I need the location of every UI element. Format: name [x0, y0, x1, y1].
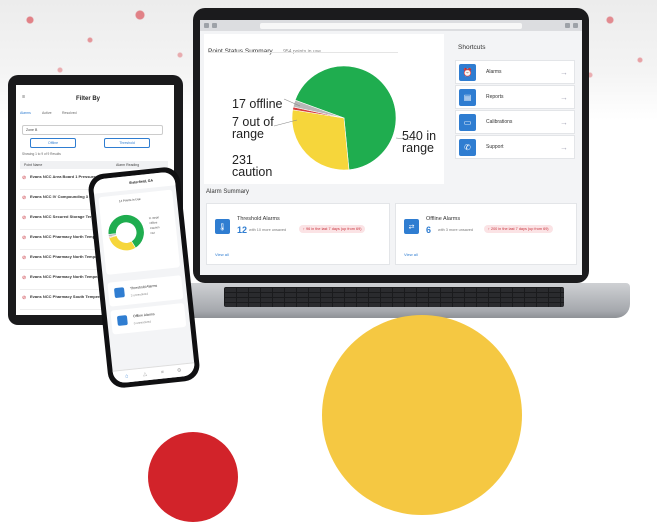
- alarm-count: 6: [426, 225, 432, 235]
- shortcut-support[interactable]: ✆ Support →: [455, 135, 575, 159]
- alarm-status-icon: ⊘: [22, 255, 27, 261]
- phone-location: Sisterfield, GA: [128, 178, 154, 186]
- decorative-yellow-circle: [322, 315, 522, 515]
- phone-legend: In range Offline Caution Out: [149, 215, 161, 236]
- arrow-right-icon: →: [560, 67, 568, 77]
- alarm-status-icon: ⊘: [22, 175, 27, 181]
- url-bar[interactable]: [260, 22, 522, 29]
- tab-resolved[interactable]: Resolved: [62, 111, 77, 115]
- shortcut-alarms[interactable]: ⏰ Alarms →: [455, 60, 575, 84]
- arrow-right-icon: →: [560, 92, 568, 102]
- alarm-summary-title: Alarm Summary: [206, 189, 250, 195]
- card-count: 3 unresolved: [130, 291, 149, 298]
- share-icon[interactable]: [565, 23, 570, 28]
- shortcut-reports[interactable]: ▤ Reports →: [455, 85, 575, 109]
- menu-icon[interactable]: ☰: [22, 95, 25, 99]
- phone-icon: ✆: [459, 138, 476, 156]
- arrow-right-icon: →: [560, 117, 568, 127]
- disconnected-icon: [116, 315, 128, 326]
- phone-bezel: Sisterfield, GA 14 Points in Use In rang…: [87, 165, 201, 390]
- thermometer-icon: [113, 287, 125, 299]
- alarm-unsaved: with 10 more unsaved: [249, 228, 287, 232]
- alarm-unsaved: with 3 more unsaved: [438, 228, 474, 232]
- card-title: Threshold Alarms: [237, 216, 280, 222]
- card-title: Offline Alarms: [426, 216, 461, 222]
- view-all-link[interactable]: View all: [215, 252, 229, 257]
- laptop-keyboard: [224, 287, 564, 307]
- legend-out: Out: [150, 230, 156, 236]
- thermometer-icon: 🌡: [215, 219, 230, 234]
- phone-offline-card[interactable]: Offline Alarms 0 unresolved: [110, 302, 187, 335]
- clipboard-icon: ▤: [459, 88, 476, 106]
- shortcut-label: Support: [486, 144, 504, 150]
- column-point-name: Point Name: [24, 163, 43, 167]
- phone-threshold-card[interactable]: Threshold Alarms 3 unresolved: [107, 275, 184, 307]
- alarm-status-icon: ⊘: [22, 195, 27, 201]
- arrow-right-icon: →: [560, 142, 568, 152]
- card-count: 0 unresolved: [133, 319, 152, 326]
- tablet-title: Filter By: [76, 96, 101, 102]
- threshold-filter-button[interactable]: Threshold: [104, 138, 150, 148]
- trend-badge: ↑ 96 in the last 7 days (up from 69): [299, 225, 366, 233]
- label-caution-2: caution: [232, 165, 273, 179]
- label-out-of-range-2: range: [232, 127, 264, 141]
- alarm-status-icon: ⊘: [22, 275, 27, 281]
- settings-icon[interactable]: ⚙: [177, 368, 182, 374]
- shortcut-label: Calibrations: [486, 119, 513, 125]
- tab-alarms[interactable]: Alarms: [20, 111, 31, 115]
- pie-slice-caution: [291, 109, 350, 171]
- alarm-status-icon: ⊘: [22, 295, 27, 301]
- laptop-screen: Point Status Summary 954 points in use 1…: [200, 20, 582, 275]
- shortcuts-title: Shortcuts: [458, 44, 486, 51]
- browser-toolbar: [200, 20, 582, 31]
- alarm-icon[interactable]: △: [143, 371, 147, 377]
- threshold-alarms-card[interactable]: 🌡 Threshold Alarms 12 with 10 more unsav…: [206, 203, 390, 265]
- table-header: Point Name Alarm Reading: [20, 161, 168, 169]
- alarm-count: 12: [237, 225, 248, 235]
- row-point-name: Evans NCC Pharmacy South Temperature: [30, 294, 110, 299]
- phone-points: 14 Points in Use: [118, 196, 141, 204]
- back-icon[interactable]: [204, 23, 209, 28]
- offline-alarms-card[interactable]: ⇄ Offline Alarms 6 with 3 more unsaved ↑…: [395, 203, 577, 265]
- shortcut-calibrations[interactable]: ▭ Calibrations →: [455, 110, 575, 134]
- results-count: Showing 1 to 9 of 9 Results: [22, 152, 61, 156]
- phone-tab-bar: ⌂ △ ≡ ⚙: [112, 362, 196, 384]
- offline-filter-button[interactable]: Offline: [30, 138, 76, 148]
- phone-donut-chart: [107, 214, 145, 251]
- tab-active[interactable]: Active: [42, 111, 52, 115]
- trend-badge: ↑ 200 in the last 7 days (up from 69): [484, 225, 553, 233]
- phone-screen: Sisterfield, GA 14 Points in Use In rang…: [92, 171, 196, 384]
- shortcut-label: Alarms: [486, 69, 502, 75]
- home-icon[interactable]: ⌂: [125, 373, 129, 379]
- card-title: Threshold Alarms: [129, 283, 158, 291]
- card-title: Offline Alarms: [132, 312, 155, 319]
- view-all-link[interactable]: View all: [404, 252, 418, 257]
- alarm-clock-icon: ⏰: [459, 63, 476, 81]
- forward-icon[interactable]: [212, 23, 217, 28]
- phone-status-card: 14 Points in Use In range Offline Cautio…: [98, 189, 181, 275]
- column-alarm-reading: Alarm Reading: [116, 163, 140, 167]
- disconnected-icon: ⇄: [404, 219, 419, 234]
- point-status-panel: Point Status Summary 954 points in use 1…: [204, 34, 444, 184]
- shortcut-label: Reports: [486, 94, 504, 100]
- list-icon[interactable]: ≡: [161, 369, 165, 375]
- alarm-status-icon: ⊘: [22, 215, 27, 221]
- search-input[interactable]: Zone B: [22, 125, 163, 135]
- alarm-status-icon: ⊘: [22, 235, 27, 241]
- label-in-range-2: range: [402, 141, 434, 155]
- calibration-icon: ▭: [459, 113, 476, 131]
- tabs-icon[interactable]: [573, 23, 578, 28]
- decorative-red-circle: [148, 432, 238, 522]
- label-offline: 17 offline: [232, 97, 283, 111]
